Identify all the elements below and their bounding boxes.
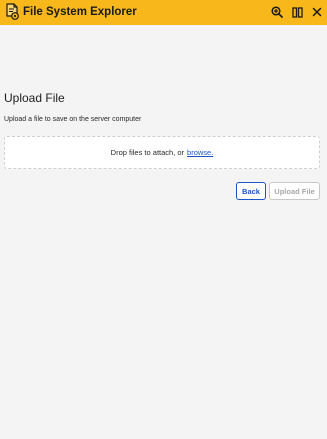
dropzone-text: Drop files to attach, or [110, 148, 185, 157]
upload-file-button[interactable]: Upload File [269, 182, 320, 200]
zoom-icon[interactable] [269, 4, 285, 20]
app-title: File System Explorer [23, 6, 137, 18]
page-subtitle: Upload a file to save on the server comp… [4, 116, 142, 123]
browse-link[interactable]: browse. [187, 148, 213, 157]
file-dropzone[interactable]: Drop files to attach, or browse. [4, 136, 320, 169]
page-title: Upload File [4, 91, 65, 105]
back-button[interactable]: Back [236, 182, 266, 200]
app-folder-icon [4, 3, 20, 21]
upload-panel: Upload File Upload a file to save on the… [0, 25, 327, 439]
columns-icon[interactable] [289, 4, 305, 20]
title-bar: File System Explorer [0, 0, 327, 25]
close-icon[interactable] [309, 4, 325, 20]
